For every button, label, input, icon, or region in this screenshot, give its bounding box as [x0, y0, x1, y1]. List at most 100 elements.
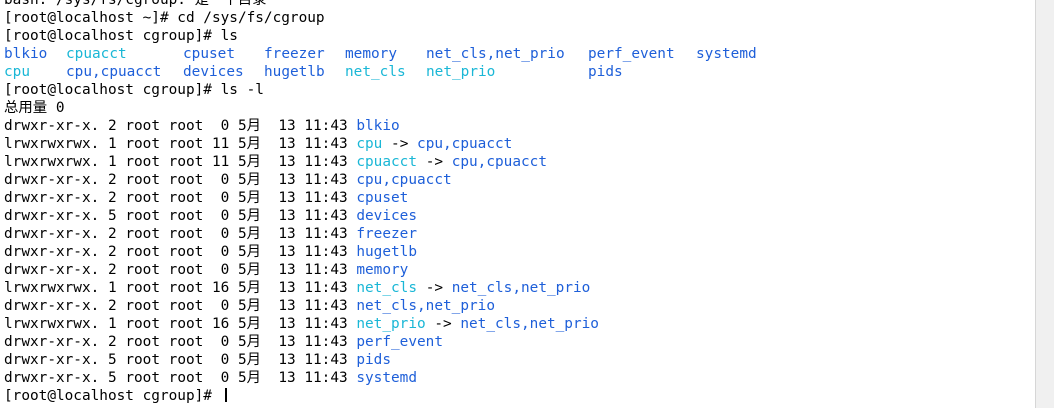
listing-row: drwxr-xr-x. 2 root root 0 5月 13 11:43 me… — [4, 261, 1034, 279]
listing-row: lrwxrwxrwx. 1 root root 11 5月 13 11:43 c… — [4, 135, 1034, 153]
symlink-arrow: -> — [425, 280, 444, 296]
modified-date: 5月 13 11:43 — [237, 298, 348, 314]
total-line: 总用量 0 — [4, 100, 65, 116]
file-name: freezer — [356, 226, 418, 242]
permissions: drwxr-xr-x. — [4, 118, 100, 134]
link-count: 2 — [107, 244, 117, 260]
link-count: 1 — [107, 316, 117, 332]
shell-prompt: [root@localhost cgroup]# — [4, 28, 212, 44]
file-size: 0 — [211, 226, 230, 242]
vertical-scrollbar[interactable] — [1035, 0, 1054, 408]
link-count: 2 — [107, 118, 117, 134]
command-line-cd: [root@localhost ~]# cd /sys/fs/cgroup — [4, 9, 1034, 27]
ls-entry: blkio — [4, 46, 48, 62]
owner: root — [125, 298, 160, 314]
ls-entry: net_cls — [345, 64, 406, 80]
modified-date: 5月 13 11:43 — [237, 154, 348, 170]
file-name: cpu,cpuacct — [356, 172, 452, 188]
file-size: 0 — [211, 118, 230, 134]
permissions: drwxr-xr-x. — [4, 298, 100, 314]
ls-entry: cpu,cpuacct — [66, 64, 162, 80]
ls-entry: cpuset — [183, 46, 235, 62]
file-size: 0 — [211, 190, 230, 206]
file-name: cpu — [356, 136, 383, 152]
ls-output-row-2: cpu cpu,cpuacct devices hugetlb net_cls net_p… — [4, 63, 1034, 81]
listing-row: drwxr-xr-x. 2 root root 0 5月 13 11:43 hu… — [4, 243, 1034, 261]
group: root — [168, 262, 204, 278]
link-count: 2 — [107, 334, 117, 350]
ls-entry: hugetlb — [264, 64, 325, 80]
modified-date: 5月 13 11:43 — [237, 136, 348, 152]
listing-row: lrwxrwxrwx. 1 root root 11 5月 13 11:43 c… — [4, 153, 1034, 171]
group: root — [168, 370, 204, 386]
command-line-current[interactable]: [root@localhost cgroup]# — [4, 387, 1034, 405]
modified-date: 5月 13 11:43 — [237, 208, 348, 224]
modified-date: 5月 13 11:43 — [237, 244, 348, 260]
owner: root — [125, 172, 160, 188]
listing-row: drwxr-xr-x. 2 root root 0 5月 13 11:43 bl… — [4, 117, 1034, 135]
symlink-arrow: -> — [434, 316, 452, 332]
text-cursor — [224, 388, 227, 402]
listing-row: lrwxrwxrwx. 1 root root 16 5月 13 11:43 n… — [4, 279, 1034, 297]
link-count: 1 — [107, 154, 117, 170]
group: root — [168, 352, 204, 368]
file-name: net_cls,net_prio — [356, 298, 495, 314]
permissions: drwxr-xr-x. — [4, 262, 100, 278]
file-name: net_cls — [356, 280, 418, 296]
ls-entry: net_prio — [426, 64, 496, 80]
link-count: 5 — [107, 208, 117, 224]
group: root — [168, 298, 204, 314]
group: root — [168, 244, 204, 260]
permissions: lrwxrwxrwx. — [4, 316, 100, 332]
group: root — [168, 334, 204, 350]
group: root — [168, 280, 204, 296]
file-size: 0 — [211, 244, 230, 260]
link-count: 5 — [107, 352, 117, 368]
symlink-target: net_cls,net_prio — [460, 316, 599, 332]
ls-entry: net_cls,net_prio — [426, 46, 565, 62]
ls-entry: cpuacct — [66, 46, 127, 62]
file-size: 11 — [211, 136, 230, 152]
listing-row: drwxr-xr-x. 5 root root 0 5月 13 11:43 pi… — [4, 351, 1034, 369]
file-size: 16 — [211, 316, 230, 332]
ls-entry: perf_event — [588, 46, 675, 62]
permissions: drwxr-xr-x. — [4, 334, 100, 350]
modified-date: 5月 13 11:43 — [237, 334, 348, 350]
file-name: pids — [356, 352, 392, 368]
link-count: 5 — [107, 370, 117, 386]
file-size: 0 — [211, 352, 230, 368]
command-line-ls-l: [root@localhost cgroup]# ls -l — [4, 81, 1034, 99]
file-name: blkio — [356, 118, 400, 134]
permissions: lrwxrwxrwx. — [4, 136, 100, 152]
owner: root — [125, 136, 160, 152]
link-count: 2 — [107, 262, 117, 278]
terminal-output[interactable]: bash: /sys/fs/cgroup: 是一个目录 [root@localh… — [4, 0, 1034, 405]
modified-date: 5月 13 11:43 — [237, 226, 348, 242]
modified-date: 5月 13 11:43 — [237, 370, 348, 386]
group: root — [168, 154, 204, 170]
ls-output-row-1: blkio cpuacct cpuset freezer memory net_cls,n… — [4, 45, 1034, 63]
permissions: lrwxrwxrwx. — [4, 280, 100, 296]
symlink-arrow: -> — [425, 154, 444, 170]
owner: root — [125, 316, 160, 332]
ls-entry: freezer — [264, 46, 325, 62]
shell-prompt: [root@localhost cgroup]# — [4, 388, 212, 404]
previous-error-line: bash: /sys/fs/cgroup: 是一个目录 — [4, 0, 267, 8]
command-text: ls — [220, 28, 238, 44]
listing-row: drwxr-xr-x. 2 root root 0 5月 13 11:43 cp… — [4, 171, 1034, 189]
shell-prompt: [root@localhost ~]# — [4, 10, 169, 26]
file-name: devices — [356, 208, 418, 224]
modified-date: 5月 13 11:43 — [237, 262, 348, 278]
owner: root — [125, 226, 160, 242]
listing-row: drwxr-xr-x. 2 root root 0 5月 13 11:43 pe… — [4, 333, 1034, 351]
permissions: drwxr-xr-x. — [4, 352, 100, 368]
file-size: 0 — [211, 370, 230, 386]
ls-entry: systemd — [696, 46, 757, 62]
owner: root — [125, 118, 160, 134]
permissions: drwxr-xr-x. — [4, 190, 100, 206]
link-count: 2 — [107, 172, 117, 188]
group: root — [168, 226, 204, 242]
file-size: 0 — [211, 298, 230, 314]
link-count: 1 — [107, 280, 117, 296]
group: root — [168, 136, 204, 152]
